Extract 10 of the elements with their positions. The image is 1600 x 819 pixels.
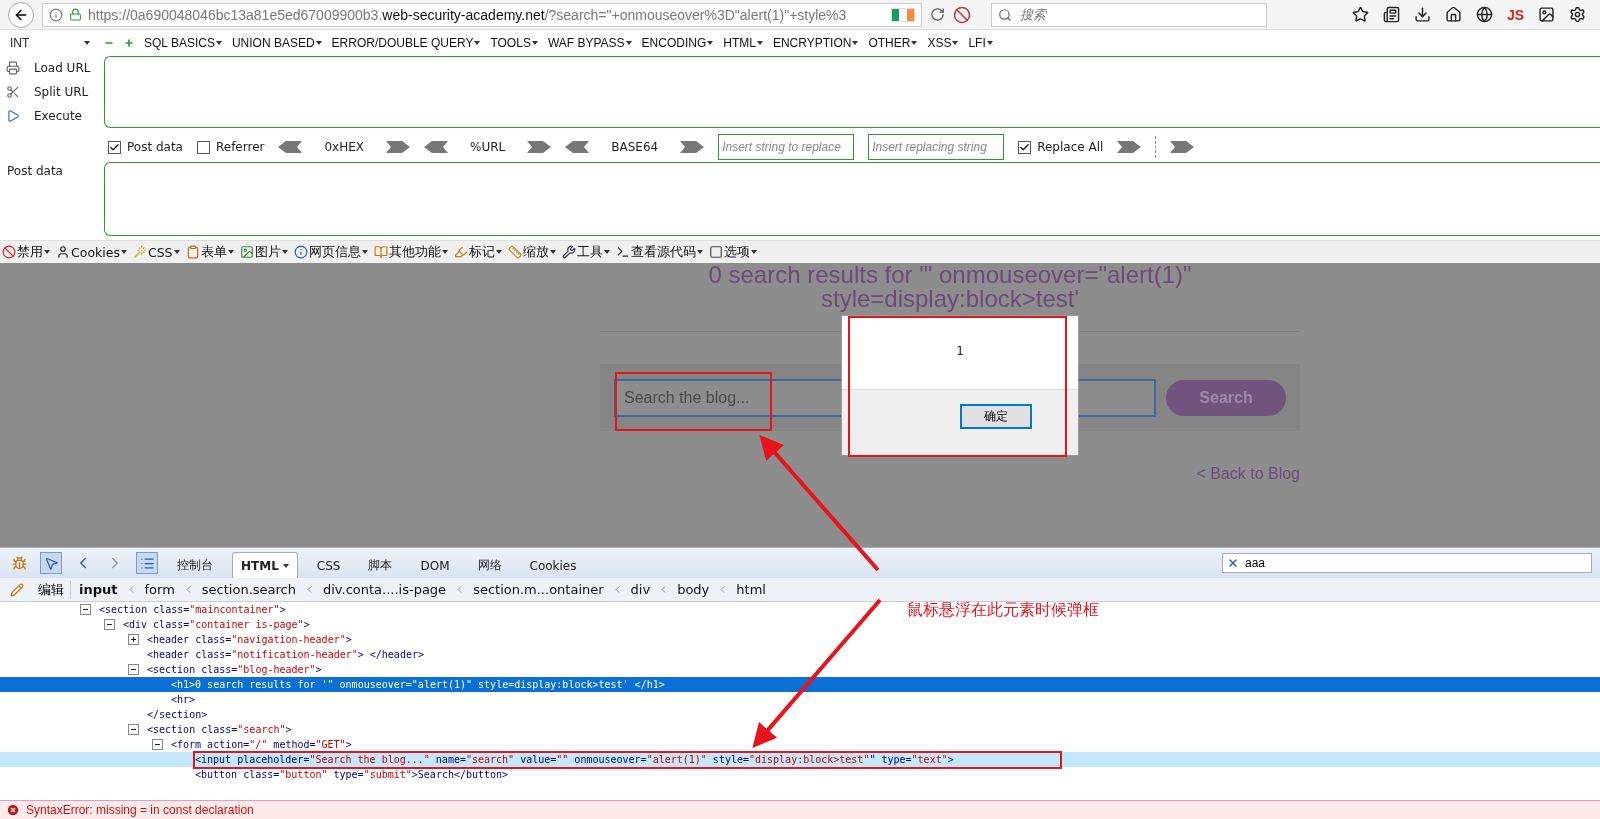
post-data-label: Post data [6,163,64,180]
checkbox-label: Replace All [1037,140,1104,154]
code-line: </section> [146,709,209,720]
page-heading: 0 search results for '" onmouseover="alert(1)" style=display:block>test' [707,263,1193,311]
error-message: SyntaxError: missing = in const declaration [26,803,254,817]
annotation-text: 鼠标悬浮在此元素时候弹框 [907,600,1099,621]
checkbox-label: Post data [127,140,183,154]
url-text: https://0a690048046bc13a81e5ed67009900b3.web-security-academy.net/?search="+onmouseover%3D"alert(1)"+style%3 [88,6,847,23]
alert-message: 1 [956,343,964,358]
checkbox-label: Referrer [215,140,265,154]
